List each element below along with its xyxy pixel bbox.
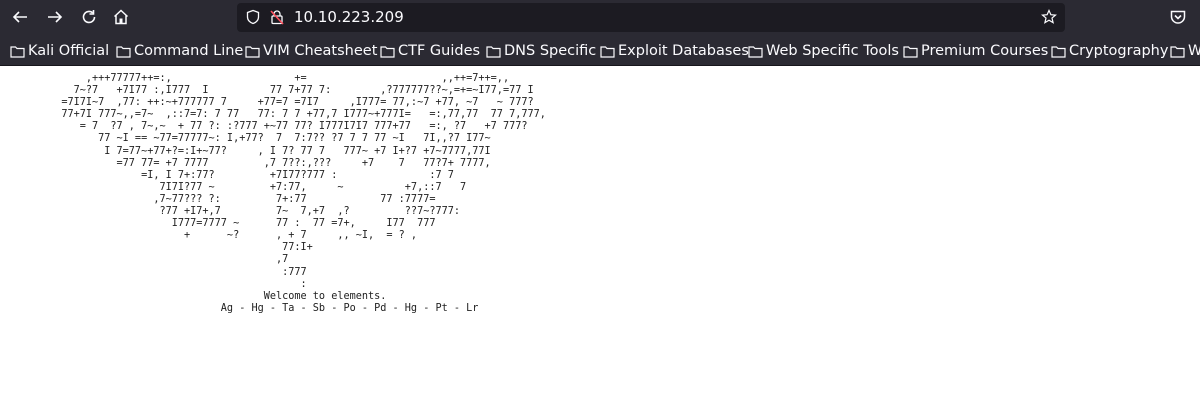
bookmark-label: Web Specific Tools bbox=[766, 43, 899, 59]
back-button[interactable] bbox=[7, 5, 33, 29]
home-icon bbox=[113, 9, 129, 25]
bookmark-label: CTF Guides bbox=[398, 43, 481, 59]
reload-button[interactable] bbox=[76, 5, 102, 29]
star-icon[interactable] bbox=[1041, 9, 1057, 25]
folder-icon bbox=[1170, 45, 1185, 58]
folder-icon bbox=[748, 45, 763, 58]
arrow-left-icon bbox=[12, 11, 27, 23]
folder-icon bbox=[380, 45, 395, 58]
bookmark-label: W bbox=[1188, 43, 1200, 59]
folder-icon bbox=[903, 45, 918, 58]
bookmark-label: Exploit Databases bbox=[618, 43, 749, 59]
bookmark-label: Kali Official bbox=[28, 43, 110, 59]
bookmark-vim-cheatsheet[interactable]: VIM Cheatsheet bbox=[245, 41, 377, 61]
arrow-right-icon bbox=[48, 11, 63, 23]
url-text[interactable]: 10.10.223.209 bbox=[294, 8, 404, 26]
address-bar[interactable]: 10.10.223.209 bbox=[237, 3, 1065, 32]
bookmark-cryptography[interactable]: Cryptography bbox=[1051, 41, 1168, 61]
browser-toolbar: 10.10.223.209 bbox=[0, 0, 1200, 35]
bookmark-ctf-guides[interactable]: CTF Guides bbox=[380, 41, 480, 61]
shield-icon[interactable] bbox=[245, 9, 261, 25]
bookmark-kali-official[interactable]: Kali Official bbox=[10, 41, 109, 61]
page-content: ,+++77777++=:, += ,,++=7++=,, 7~?7 +7I77… bbox=[0, 66, 1200, 419]
bookmark-label: VIM Cheatsheet bbox=[263, 43, 378, 59]
bookmark-dns-specific[interactable]: DNS Specific bbox=[486, 41, 596, 61]
bookmark-w[interactable]: W bbox=[1170, 41, 1200, 61]
bookmark-exploit-databases[interactable]: Exploit Databases bbox=[600, 41, 749, 61]
pocket-icon[interactable] bbox=[1169, 8, 1187, 26]
bookmark-label: DNS Specific bbox=[504, 43, 597, 59]
bookmark-label: Cryptography bbox=[1069, 43, 1169, 59]
folder-icon bbox=[116, 45, 131, 58]
bookmark-command-line[interactable]: Command Line bbox=[116, 41, 243, 61]
bookmark-label: Command Line bbox=[134, 43, 244, 59]
reload-icon bbox=[82, 10, 96, 24]
bookmark-label: Premium Courses bbox=[921, 43, 1049, 59]
ascii-art-banner: ,+++77777++=:, += ,,++=7++=,, 7~?7 +7I77… bbox=[61, 73, 546, 314]
bookmarks-toolbar: Kali Official Command Line VIM Cheatshee… bbox=[0, 35, 1200, 66]
folder-icon bbox=[486, 45, 501, 58]
folder-icon bbox=[10, 45, 25, 58]
folder-icon bbox=[600, 45, 615, 58]
folder-icon bbox=[1051, 45, 1066, 58]
forward-button[interactable] bbox=[42, 5, 68, 29]
home-button[interactable] bbox=[108, 5, 134, 29]
bookmark-premium-courses[interactable]: Premium Courses bbox=[903, 41, 1048, 61]
bookmark-web-specific-tools[interactable]: Web Specific Tools bbox=[748, 41, 899, 61]
insecure-lock-icon[interactable] bbox=[269, 9, 285, 25]
folder-icon bbox=[245, 45, 260, 58]
